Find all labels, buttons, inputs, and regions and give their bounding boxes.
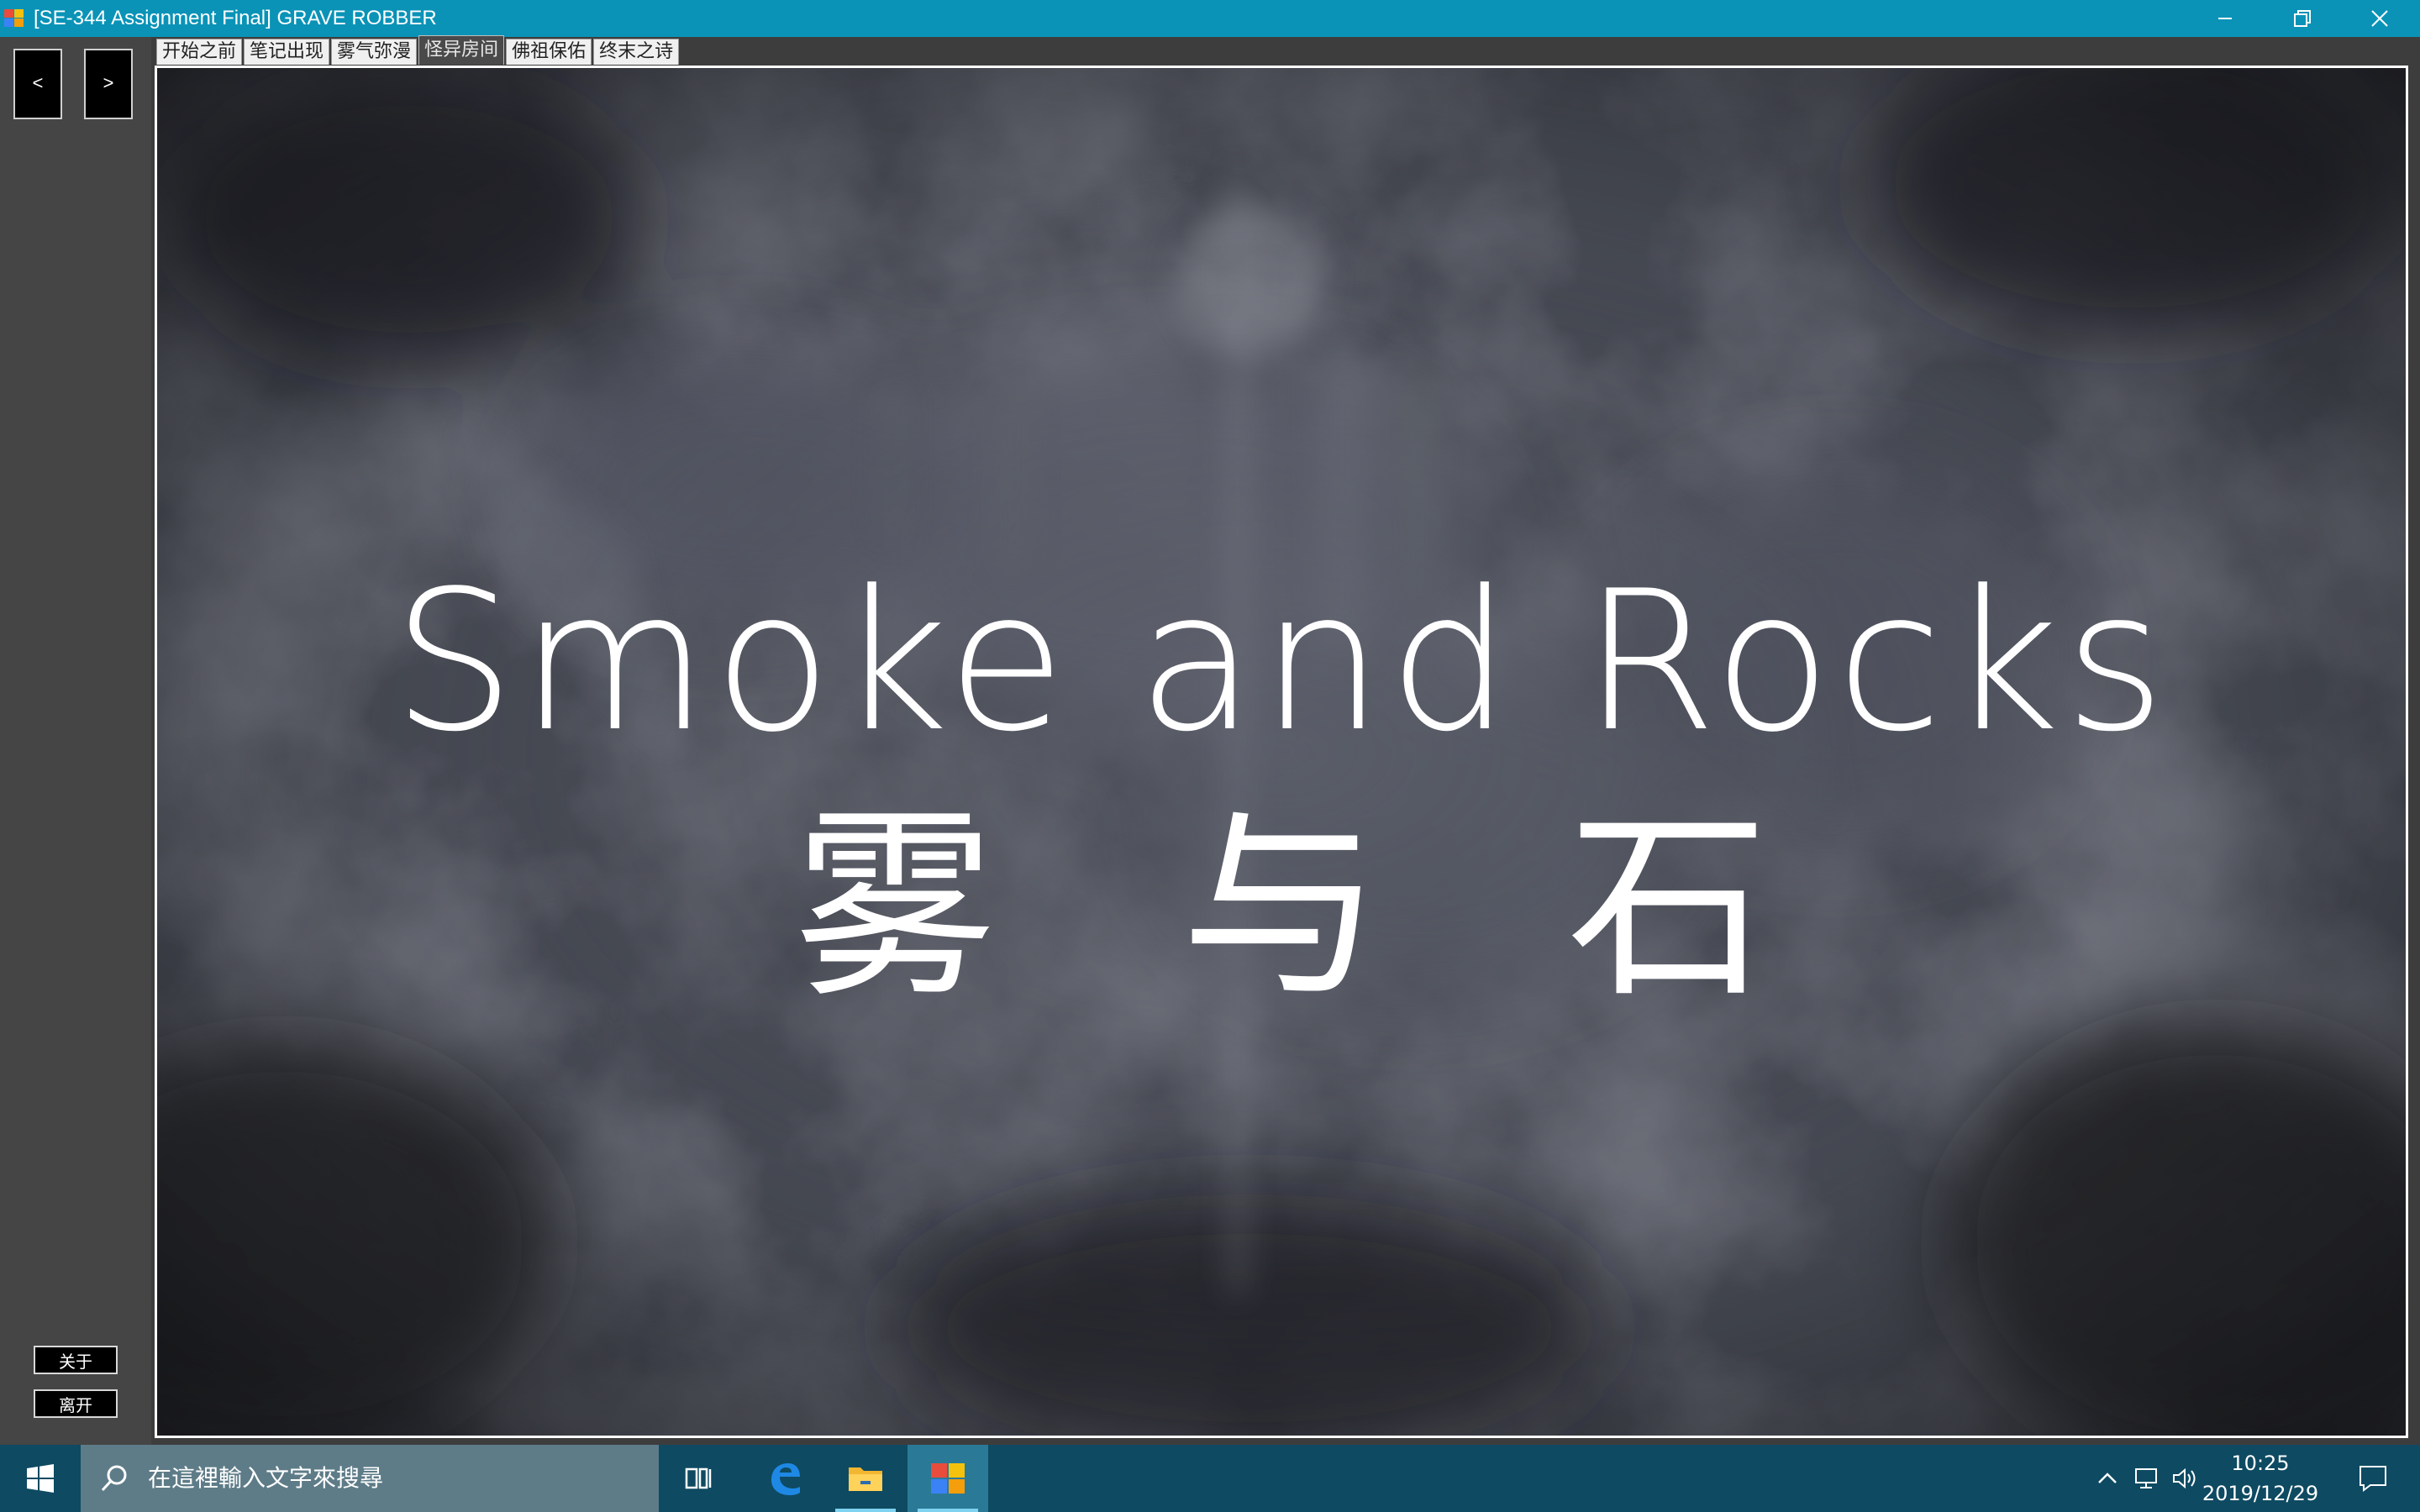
- prev-button[interactable]: <: [13, 49, 62, 119]
- restore-button[interactable]: [2264, 0, 2341, 37]
- clock-time: 10:25: [2231, 1452, 2290, 1475]
- minimize-button[interactable]: [2186, 0, 2264, 37]
- scene-title-english: Smoke and Rocks: [392, 550, 2170, 774]
- edge-taskbar-button[interactable]: [744, 1445, 825, 1512]
- task-view-button[interactable]: [659, 1445, 739, 1512]
- app-icon: [3, 8, 25, 29]
- taskbar-search-box[interactable]: 在這裡輸入文字來搜尋: [81, 1445, 659, 1512]
- windows-logo-icon: [27, 1464, 54, 1493]
- close-button[interactable]: [2341, 0, 2418, 37]
- grave-robber-taskbar-button[interactable]: [908, 1445, 988, 1512]
- file-explorer-icon: [849, 1467, 882, 1491]
- file-explorer-taskbar-button[interactable]: [825, 1445, 906, 1512]
- window-titlebar[interactable]: [SE-344 Assignment Final] GRAVE ROBBER: [0, 0, 2420, 37]
- clock-date: 2019/12/29: [2202, 1482, 2319, 1505]
- close-icon: [2371, 10, 2388, 27]
- volume-icon: [2173, 1467, 2196, 1489]
- chevron-up-icon: [2098, 1473, 2117, 1483]
- tab-final-poem[interactable]: 终末之诗: [593, 39, 680, 65]
- tab-strip: 开始之前 笔记出现 雾气弥漫 怪异房间 佛祖保佑 终末之诗: [156, 35, 681, 66]
- tab-fog-spreads[interactable]: 雾气弥漫: [331, 39, 418, 65]
- scene-title-chinese: 雾与石: [794, 790, 1954, 1025]
- next-button[interactable]: >: [84, 49, 133, 119]
- taskbar-clock[interactable]: 10:25 2019/12/29: [2202, 1445, 2319, 1512]
- show-hidden-icons-button[interactable]: [2089, 1445, 2126, 1512]
- about-button[interactable]: 关于: [34, 1346, 118, 1374]
- tab-strange-room[interactable]: 怪异房间: [418, 35, 505, 65]
- tab-buddha-bless[interactable]: 佛祖保佑: [506, 39, 592, 65]
- start-button[interactable]: [0, 1445, 81, 1512]
- network-icon: [2135, 1468, 2157, 1488]
- network-tray-button[interactable]: [2128, 1445, 2165, 1512]
- app-client-area: < > 关于 离开 开始之前 笔记出现 雾气弥漫 怪异房间 佛祖保佑 终末之诗: [0, 35, 2420, 1445]
- scene-viewport[interactable]: Smoke and Rocks 雾与石: [155, 66, 2408, 1438]
- search-placeholder: 在這裡輸入文字來搜尋: [148, 1464, 384, 1492]
- window-title: [SE-344 Assignment Final] GRAVE ROBBER: [34, 7, 437, 29]
- tab-notes-appear[interactable]: 笔记出现: [244, 39, 330, 65]
- notification-icon: [2360, 1466, 2386, 1492]
- tab-before-start[interactable]: 开始之前: [156, 39, 243, 65]
- restore-icon: [2294, 10, 2311, 27]
- exit-button[interactable]: 离开: [34, 1389, 118, 1418]
- action-center-button[interactable]: [2348, 1445, 2398, 1512]
- edge-icon: [771, 1463, 800, 1495]
- taskbar: 在這裡輸入文字來搜尋 10:25 2019/12/29: [0, 1445, 2420, 1512]
- volume-tray-button[interactable]: [2166, 1445, 2203, 1512]
- task-view-icon: [685, 1467, 712, 1489]
- grave-robber-app-icon: [931, 1463, 965, 1494]
- search-icon: [101, 1465, 127, 1492]
- sidebar: < > 关于 离开: [0, 37, 151, 1445]
- minimize-icon: [2218, 18, 2232, 19]
